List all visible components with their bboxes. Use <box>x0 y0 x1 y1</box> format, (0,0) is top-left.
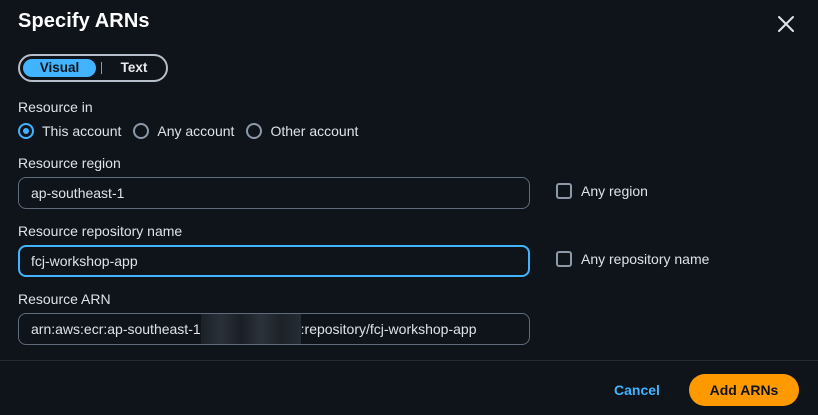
checkbox-label: Any repository name <box>581 251 710 267</box>
any-region-checkbox[interactable]: Any region <box>556 183 648 199</box>
radio-unchecked-icon <box>133 123 150 139</box>
resource-in-label: Resource in <box>18 99 93 115</box>
checkbox-unchecked-icon <box>556 183 572 199</box>
redacted-account-id <box>200 314 301 344</box>
radio-unchecked-icon <box>246 123 263 139</box>
radio-label: Other account <box>270 123 359 139</box>
cancel-button[interactable]: Cancel <box>604 376 670 404</box>
resource-in-radio-group: This account Any account Other account <box>18 122 370 140</box>
segment-divider <box>101 62 102 74</box>
checkbox-label: Any region <box>581 183 648 199</box>
any-repository-checkbox[interactable]: Any repository name <box>556 251 709 267</box>
add-arns-button[interactable]: Add ARNs <box>689 374 799 406</box>
radio-checked-icon <box>18 123 34 139</box>
visual-mode-button[interactable]: Visual <box>23 59 96 77</box>
arn-suffix: :repository/fcj-workshop-app <box>300 321 477 337</box>
radio-label: Any account <box>157 123 235 139</box>
radio-label: This account <box>42 123 122 139</box>
footer-divider <box>0 360 818 361</box>
close-button[interactable] <box>774 12 798 36</box>
checkbox-unchecked-icon <box>556 251 572 267</box>
close-icon <box>778 16 794 32</box>
radio-this-account[interactable]: This account <box>18 123 121 139</box>
resource-arn-label: Resource ARN <box>18 291 111 307</box>
radio-other-account[interactable]: Other account <box>246 123 358 139</box>
resource-region-input[interactable]: ap-southeast-1 <box>18 177 530 209</box>
specify-arns-modal: Specify ARNs Visual Text Resource in Thi… <box>0 0 818 415</box>
modal-title: Specify ARNs <box>18 10 150 32</box>
resource-repository-input[interactable]: fcj-workshop-app <box>18 245 530 277</box>
resource-arn-input[interactable]: arn:aws:ecr:ap-southeast-1 :repository/fc… <box>18 313 530 345</box>
arn-prefix: arn:aws:ecr:ap-southeast-1 <box>31 321 201 337</box>
mode-segmented-control: Visual Text <box>18 54 168 82</box>
radio-any-account[interactable]: Any account <box>133 123 234 139</box>
text-mode-button[interactable]: Text <box>104 59 164 77</box>
resource-repository-label: Resource repository name <box>18 223 183 239</box>
resource-region-label: Resource region <box>18 155 121 171</box>
